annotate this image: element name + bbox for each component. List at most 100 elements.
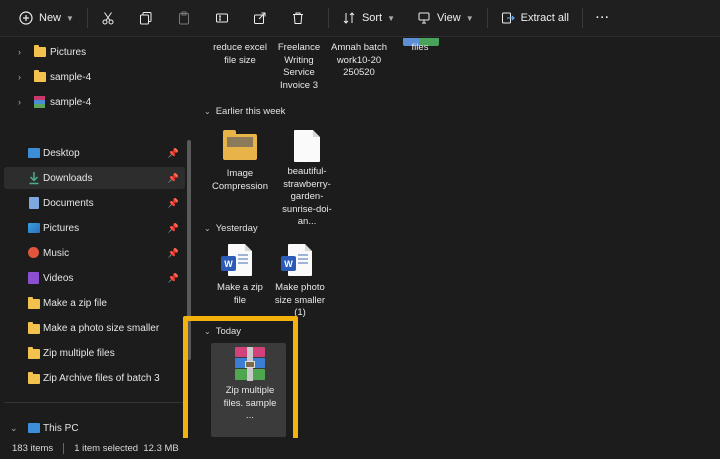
group-header[interactable]: ⌄ Earlier this week <box>204 106 285 117</box>
file-label: Freelance Writing Service Invoice 3 <box>277 42 321 91</box>
sidebar-item-sample-4-archive[interactable]: › sample-4 <box>0 91 185 113</box>
command-bar: New ▼ Sort ▼ View ▼ Extract all ··· <box>0 0 720 37</box>
toolbar-divider <box>327 8 329 28</box>
sidebar-item-music[interactable]: Music 📌 <box>0 242 185 264</box>
extract-all-label: Extract all <box>520 12 569 24</box>
pin-icon[interactable]: 📌 <box>168 198 179 209</box>
file-item[interactable]: W Make a zip file <box>211 244 269 307</box>
file-item[interactable]: files <box>391 42 449 55</box>
folder-icon <box>28 322 40 334</box>
file-item[interactable]: Zip multiple files. sample ... <box>221 347 279 423</box>
sidebar-item-label: Pictures <box>50 46 87 58</box>
sidebar-item-this-pc[interactable]: ⌄ This PC <box>0 417 185 439</box>
file-item[interactable]: beautiful-strawberry-garden-sunrise-doi-… <box>276 130 338 229</box>
paste-button[interactable] <box>170 4 198 32</box>
share-button[interactable] <box>246 4 274 32</box>
sidebar-item-downloads[interactable]: Downloads 📌 <box>4 167 185 189</box>
sidebar-divider <box>4 402 184 403</box>
sidebar-item-make-a-photo-size-smaller[interactable]: Make a photo size smaller <box>0 317 185 339</box>
file-item[interactable]: Freelance Writing Service Invoice 3 <box>270 42 328 92</box>
sort-button[interactable]: Sort ▼ <box>335 4 402 32</box>
plus-circle-icon <box>19 11 33 25</box>
folder-icon <box>28 347 40 359</box>
sidebar-item-label: Desktop <box>43 147 80 159</box>
word-doc-icon: W <box>281 244 312 276</box>
pin-icon[interactable]: 📌 <box>168 173 179 184</box>
folder-icon <box>28 297 40 309</box>
sidebar-item-label: Documents <box>43 197 94 209</box>
winrar-archive-icon <box>233 347 267 381</box>
trash-icon <box>292 12 303 24</box>
sort-button-label: Sort <box>361 12 383 24</box>
pin-icon[interactable]: 📌 <box>168 148 179 159</box>
chevron-down-icon[interactable]: ⌄ <box>204 327 211 336</box>
documents-icon <box>29 197 39 209</box>
sidebar-item-zip-multiple-files[interactable]: Zip multiple files <box>0 342 185 364</box>
pc-icon <box>28 423 40 433</box>
pin-icon[interactable]: 📌 <box>168 248 179 259</box>
group-header-label: Earlier this week <box>215 106 286 117</box>
file-label: beautiful-strawberry-garden-sunrise-doi-… <box>282 166 332 227</box>
chevron-down-icon: ▼ <box>465 13 474 23</box>
view-button[interactable]: View ▼ <box>410 4 481 32</box>
sidebar-item-zip-archive-files-of-batch-3[interactable]: Zip Archive files of batch 3 <box>0 367 185 389</box>
scissors-icon <box>102 12 114 25</box>
chevron-down-icon[interactable]: ⌄ <box>10 423 18 434</box>
new-button-label: New <box>39 12 62 24</box>
clipboard-icon <box>178 11 189 25</box>
status-bar: 183 items 1 item selected 12.3 MB <box>0 438 720 459</box>
chevron-down-icon[interactable]: ⌄ <box>204 107 211 116</box>
group-header[interactable]: ⌄ Yesterday <box>204 223 258 234</box>
file-item[interactable]: W Make photo size smaller (1) <box>271 244 329 320</box>
folder-icon <box>28 372 40 384</box>
sidebar-item-label: Downloads <box>43 172 93 184</box>
chevron-right-icon[interactable]: › <box>18 47 21 57</box>
group-header[interactable]: ⌄ Today <box>204 326 241 337</box>
copy-button[interactable] <box>132 4 160 32</box>
pin-icon[interactable]: 📌 <box>168 273 179 284</box>
sidebar-item-pictures-folder[interactable]: › Pictures <box>0 41 185 63</box>
rename-icon <box>215 13 228 23</box>
new-button[interactable]: New ▼ <box>12 4 81 32</box>
file-item[interactable]: Image Compression <box>211 130 269 193</box>
sidebar-item-label: Make a photo size smaller <box>43 322 160 334</box>
chevron-down-icon: ▼ <box>387 13 396 23</box>
file-label: Make a zip file <box>217 282 263 306</box>
item-count: 183 items <box>12 443 54 454</box>
extract-all-button[interactable]: Extract all <box>494 4 576 32</box>
group-header-label: Yesterday <box>215 223 258 234</box>
group-header-label: Today <box>215 326 242 337</box>
sidebar-item-label: Make a zip file <box>43 297 107 309</box>
file-item[interactable]: Amnah batch work10-20 250520 <box>330 42 388 80</box>
copy-icon <box>139 12 152 25</box>
chevron-right-icon[interactable]: › <box>18 97 21 107</box>
videos-icon <box>28 272 39 284</box>
sidebar-item-pictures[interactable]: Pictures 📌 <box>0 217 185 239</box>
chevron-right-icon[interactable]: › <box>18 72 21 82</box>
sidebar-item-desktop[interactable]: Desktop 📌 <box>0 142 185 164</box>
toolbar-divider <box>581 8 583 28</box>
sidebar-item-label: Zip multiple files <box>43 347 115 359</box>
folder-icon <box>34 45 46 57</box>
file-item[interactable]: reduce excel file size <box>211 42 269 67</box>
archive-icon <box>34 96 45 108</box>
file-label: Image Compression <box>212 168 268 192</box>
sidebar-item-label: sample-4 <box>50 96 92 108</box>
selected-file-item[interactable]: Zip multiple files. sample ... <box>211 343 286 437</box>
sidebar-item-make-a-zip-file[interactable]: Make a zip file <box>0 292 185 314</box>
pin-icon[interactable]: 📌 <box>168 223 179 234</box>
view-button-label: View <box>437 12 461 24</box>
sidebar-item-videos[interactable]: Videos 📌 <box>0 267 185 289</box>
file-label: files <box>411 42 429 53</box>
file-label: Make photo size smaller (1) <box>274 282 326 318</box>
sidebar-item-documents[interactable]: Documents 📌 <box>0 192 185 214</box>
delete-button[interactable] <box>284 4 312 32</box>
file-label: reduce excel file size <box>213 42 267 66</box>
cut-button[interactable] <box>94 4 122 32</box>
chevron-down-icon[interactable]: ⌄ <box>204 224 211 233</box>
sidebar-item-label: This PC <box>43 422 79 434</box>
rename-button[interactable] <box>208 4 236 32</box>
sidebar-item-sample-4-folder[interactable]: › sample-4 <box>0 66 185 88</box>
more-options-button[interactable]: ··· <box>589 4 617 32</box>
sidebar-scrollbar[interactable] <box>187 140 191 360</box>
